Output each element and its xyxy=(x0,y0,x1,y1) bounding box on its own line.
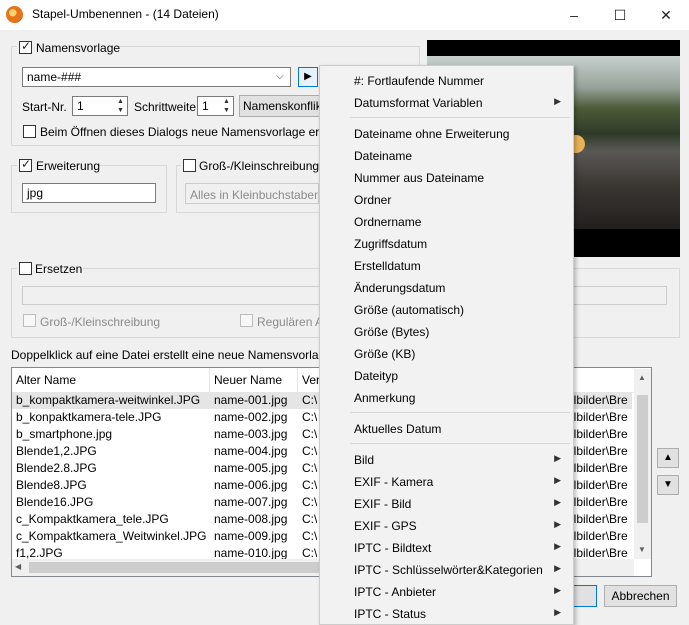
chevron-right-icon: ▶ xyxy=(554,96,561,106)
insert-variable-menu: #: Fortlaufende Nummer Datumsformat Vari… xyxy=(319,65,574,625)
chevron-right-icon: ▶ xyxy=(554,607,561,617)
new-template-on-open-checkbox[interactable] xyxy=(23,125,36,138)
regex-checkbox[interactable] xyxy=(240,314,253,327)
menu-separator xyxy=(350,412,570,413)
start-number-spinner[interactable]: ▲ ▼ xyxy=(114,97,127,115)
vertical-scrollbar[interactable]: ▲ ▼ xyxy=(634,369,651,559)
menu-item-current-date[interactable]: Aktuelles Datum xyxy=(320,417,573,439)
scroll-down-icon[interactable]: ▼ xyxy=(638,545,646,554)
menu-item-date-format-variables[interactable]: Datumsformat Variablen ▶ xyxy=(320,91,573,113)
case-checkbox[interactable] xyxy=(183,159,196,172)
replace-case-label: Groß-/Kleinschreibung xyxy=(40,315,161,329)
move-down-button[interactable]: ▼ xyxy=(657,475,679,495)
app-icon xyxy=(6,6,23,23)
replace-checkbox[interactable] xyxy=(19,262,32,275)
close-button[interactable]: ✕ xyxy=(643,0,689,30)
column-header-old-name[interactable]: Alter Name xyxy=(12,368,210,392)
template-checkbox[interactable] xyxy=(19,39,32,54)
chevron-right-icon: ▶ xyxy=(554,585,561,595)
maximize-button[interactable]: ☐ xyxy=(597,0,643,30)
insert-variable-button[interactable]: ▶ xyxy=(298,67,318,87)
menu-item-creation-date[interactable]: Erstelldatum xyxy=(320,254,573,276)
scroll-thumb[interactable] xyxy=(637,395,648,523)
chevron-right-icon: ▶ xyxy=(554,541,561,551)
step-label: Schrittweite xyxy=(134,100,197,114)
menu-item-modified-date[interactable]: Änderungsdatum xyxy=(320,276,573,298)
scroll-up-icon[interactable]: ▲ xyxy=(638,373,646,382)
menu-item-size-kb[interactable]: Größe (KB) xyxy=(320,342,573,364)
menu-separator xyxy=(350,443,570,444)
menu-item-exif-gps[interactable]: EXIF - GPS ▶ xyxy=(320,514,573,536)
menu-item-size-auto[interactable]: Größe (automatisch) xyxy=(320,298,573,320)
extension-input[interactable]: jpg xyxy=(22,183,156,203)
menu-item-filename[interactable]: Dateiname xyxy=(320,144,573,166)
play-arrow-icon: ▶ xyxy=(304,71,312,82)
menu-item-exif-camera[interactable]: EXIF - Kamera ▶ xyxy=(320,470,573,492)
chevron-right-icon: ▶ xyxy=(554,475,561,485)
template-label: Namensvorlage xyxy=(36,41,121,55)
menu-item-filename-without-extension[interactable]: Dateiname ohne Erweiterung xyxy=(320,122,573,144)
case-label: Groß-/Kleinschreibung xyxy=(199,159,320,173)
chevron-right-icon: ▶ xyxy=(554,497,561,507)
menu-item-iptc-status[interactable]: IPTC - Status ▶ xyxy=(320,602,573,624)
window-title: Stapel-Umbenennen - (14 Dateien) xyxy=(32,7,219,21)
menu-item-iptc-provider[interactable]: IPTC - Anbieter ▶ xyxy=(320,580,573,602)
cancel-button[interactable]: Abbrechen xyxy=(604,585,677,607)
chevron-down-icon[interactable]: ⌵ xyxy=(276,71,284,82)
new-template-on-open-label: Beim Öffnen dieses Dialogs neue Namensvo… xyxy=(40,125,354,139)
hint-text: Doppelklick auf eine Datei erstellt eine… xyxy=(11,348,336,362)
regex-label: Regulären Au xyxy=(257,315,319,329)
case-select[interactable]: Alles in Kleinbuchstaben xyxy=(185,183,319,204)
column-header-new-name[interactable]: Neuer Name xyxy=(210,368,298,392)
arrow-up-icon: ▲ xyxy=(663,452,673,463)
scroll-left-icon[interactable]: ◀ xyxy=(15,562,21,571)
menu-item-folder[interactable]: Ordner xyxy=(320,188,573,210)
minimize-button[interactable]: – xyxy=(551,0,597,30)
step-spinner[interactable]: ▲ ▼ xyxy=(220,97,233,115)
start-number-label: Start-Nr. xyxy=(22,100,67,114)
chevron-right-icon: ▶ xyxy=(554,563,561,573)
replace-label: Ersetzen xyxy=(35,262,83,276)
menu-item-size-bytes[interactable]: Größe (Bytes) xyxy=(320,320,573,342)
menu-item-annotation[interactable]: Anmerkung xyxy=(320,386,573,408)
menu-item-sequential-number[interactable]: #: Fortlaufende Nummer xyxy=(320,69,573,91)
menu-item-exif-image[interactable]: EXIF - Bild ▶ xyxy=(320,492,573,514)
menu-item-image[interactable]: Bild ▶ xyxy=(320,448,573,470)
chevron-right-icon: ▶ xyxy=(554,453,561,463)
menu-item-number-from-filename[interactable]: Nummer aus Dateiname xyxy=(320,166,573,188)
menu-item-iptc-keywords[interactable]: IPTC - Schlüsselwörter&Kategorien ▶ xyxy=(320,558,573,580)
name-conflict-button[interactable]: Namenskonflikt... xyxy=(239,95,321,117)
menu-item-iptc-caption[interactable]: IPTC - Bildtext ▶ xyxy=(320,536,573,558)
replace-case-checkbox[interactable] xyxy=(23,314,36,327)
arrow-down-icon: ▼ xyxy=(663,479,673,490)
menu-separator xyxy=(350,117,570,118)
move-up-button[interactable]: ▲ xyxy=(657,448,679,468)
template-value: name-### xyxy=(27,70,82,84)
title-bar: Stapel-Umbenennen - (14 Dateien) – ☐ ✕ xyxy=(0,0,689,30)
chevron-right-icon: ▶ xyxy=(554,519,561,529)
menu-item-folder-name[interactable]: Ordnername xyxy=(320,210,573,232)
extension-label: Erweiterung xyxy=(36,159,101,173)
template-input[interactable]: name-### xyxy=(22,67,291,87)
menu-item-file-type[interactable]: Dateityp xyxy=(320,364,573,386)
menu-item-access-date[interactable]: Zugriffsdatum xyxy=(320,232,573,254)
extension-checkbox[interactable] xyxy=(19,157,32,172)
